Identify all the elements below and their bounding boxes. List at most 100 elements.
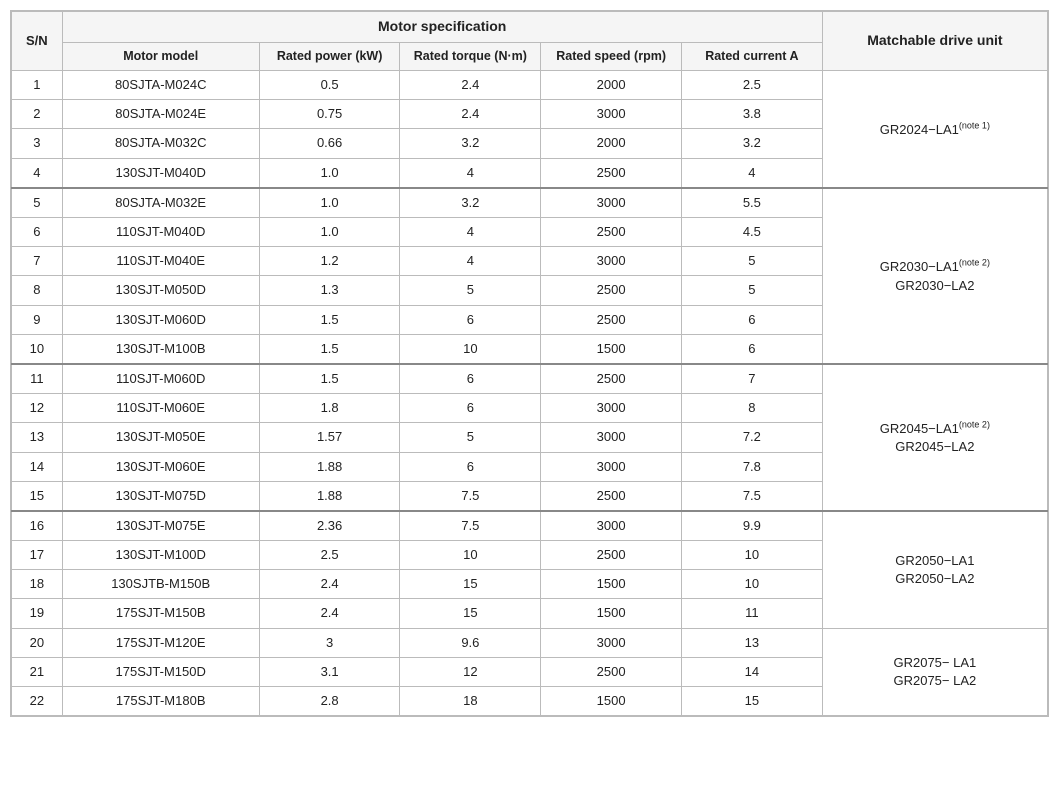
- drive-label: GR2045−LA1(note 2): [880, 421, 990, 436]
- speed-cell: 2500: [541, 218, 682, 247]
- sn-cell: 10: [12, 334, 63, 364]
- model-cell: 130SJT-M040D: [62, 158, 259, 188]
- sn-cell: 15: [12, 481, 63, 511]
- drive-label: GR2075− LA1: [893, 655, 976, 670]
- sn-cell: 9: [12, 305, 63, 334]
- power-cell: 1.5: [259, 364, 400, 394]
- model-cell: 80SJTA-M032E: [62, 188, 259, 218]
- drive-label: GR2045−LA2: [895, 439, 974, 454]
- drive-note: (note 2): [959, 258, 990, 268]
- drive-cell: GR2075− LA1 GR2075− LA2: [822, 628, 1047, 716]
- power-cell: 1.0: [259, 158, 400, 188]
- sn-cell: 20: [12, 628, 63, 657]
- current-header: Rated current A: [681, 42, 822, 71]
- sn-cell: 18: [12, 570, 63, 599]
- current-cell: 11: [681, 599, 822, 628]
- torque-cell: 12: [400, 657, 541, 686]
- model-cell: 110SJT-M040E: [62, 247, 259, 276]
- power-cell: 1.0: [259, 218, 400, 247]
- model-cell: 130SJTB-M150B: [62, 570, 259, 599]
- current-cell: 10: [681, 541, 822, 570]
- power-cell: 1.88: [259, 481, 400, 511]
- speed-cell: 1500: [541, 334, 682, 364]
- speed-cell: 2500: [541, 158, 682, 188]
- torque-cell: 6: [400, 364, 541, 394]
- drive-note: (note 1): [959, 120, 990, 130]
- power-cell: 1.88: [259, 452, 400, 481]
- sn-cell: 14: [12, 452, 63, 481]
- sn-cell: 1: [12, 71, 63, 100]
- speed-cell: 1500: [541, 599, 682, 628]
- sn-cell: 6: [12, 218, 63, 247]
- model-header: Motor model: [62, 42, 259, 71]
- speed-cell: 2000: [541, 71, 682, 100]
- speed-cell: 1500: [541, 687, 682, 716]
- current-cell: 6: [681, 305, 822, 334]
- torque-cell: 5: [400, 423, 541, 452]
- speed-cell: 2500: [541, 541, 682, 570]
- model-cell: 175SJT-M180B: [62, 687, 259, 716]
- torque-cell: 4: [400, 158, 541, 188]
- sn-cell: 22: [12, 687, 63, 716]
- drive-cell: GR2030−LA1(note 2)GR2030−LA2: [822, 188, 1047, 364]
- current-cell: 3.2: [681, 129, 822, 158]
- torque-cell: 10: [400, 334, 541, 364]
- power-cell: 0.5: [259, 71, 400, 100]
- power-cell: 1.5: [259, 334, 400, 364]
- model-cell: 110SJT-M040D: [62, 218, 259, 247]
- sn-cell: 2: [12, 100, 63, 129]
- sn-cell: 4: [12, 158, 63, 188]
- power-cell: 1.8: [259, 394, 400, 423]
- sn-header: S/N: [12, 12, 63, 71]
- current-cell: 13: [681, 628, 822, 657]
- speed-cell: 3000: [541, 452, 682, 481]
- model-cell: 130SJT-M100B: [62, 334, 259, 364]
- speed-cell: 3000: [541, 423, 682, 452]
- drive-cell: GR2050−LA1GR2050−LA2: [822, 511, 1047, 628]
- power-header: Rated power (kW): [259, 42, 400, 71]
- model-cell: 110SJT-M060E: [62, 394, 259, 423]
- sn-cell: 3: [12, 129, 63, 158]
- table-row: 16130SJT-M075E2.367.530009.9GR2050−LA1GR…: [12, 511, 1048, 541]
- sn-cell: 8: [12, 276, 63, 305]
- torque-cell: 6: [400, 452, 541, 481]
- drive-note: (note 2): [959, 420, 990, 430]
- model-cell: 130SJT-M060E: [62, 452, 259, 481]
- speed-cell: 2500: [541, 657, 682, 686]
- drive-label: GR2050−LA1: [895, 553, 974, 568]
- speed-cell: 2500: [541, 481, 682, 511]
- drive-label: GR2024−LA1(note 1): [880, 122, 990, 137]
- speed-header: Rated speed (rpm): [541, 42, 682, 71]
- model-cell: 130SJT-M100D: [62, 541, 259, 570]
- power-cell: 2.8: [259, 687, 400, 716]
- model-cell: 130SJT-M050D: [62, 276, 259, 305]
- current-cell: 5: [681, 247, 822, 276]
- current-cell: 4.5: [681, 218, 822, 247]
- sn-cell: 5: [12, 188, 63, 218]
- drive-cell: GR2024−LA1(note 1): [822, 71, 1047, 188]
- drive-cell: GR2045−LA1(note 2) GR2045−LA2: [822, 364, 1047, 511]
- model-cell: 175SJT-M150B: [62, 599, 259, 628]
- torque-cell: 7.5: [400, 511, 541, 541]
- model-cell: 130SJT-M075E: [62, 511, 259, 541]
- power-cell: 1.3: [259, 276, 400, 305]
- motor-spec-table: S/N Motor specification Matchable drive …: [11, 11, 1048, 716]
- torque-cell: 10: [400, 541, 541, 570]
- speed-cell: 3000: [541, 628, 682, 657]
- model-cell: 80SJTA-M032C: [62, 129, 259, 158]
- current-cell: 14: [681, 657, 822, 686]
- model-cell: 175SJT-M150D: [62, 657, 259, 686]
- speed-cell: 2000: [541, 129, 682, 158]
- current-cell: 2.5: [681, 71, 822, 100]
- current-cell: 8: [681, 394, 822, 423]
- drive-label: GR2075− LA2: [893, 673, 976, 688]
- model-cell: 110SJT-M060D: [62, 364, 259, 394]
- sn-cell: 16: [12, 511, 63, 541]
- current-cell: 6: [681, 334, 822, 364]
- model-cell: 130SJT-M060D: [62, 305, 259, 334]
- torque-cell: 15: [400, 570, 541, 599]
- drive-label: GR2030−LA1(note 2): [880, 259, 990, 274]
- main-table-wrapper: S/N Motor specification Matchable drive …: [10, 10, 1049, 717]
- matchable-drive-header: Matchable drive unit: [822, 12, 1047, 71]
- current-cell: 15: [681, 687, 822, 716]
